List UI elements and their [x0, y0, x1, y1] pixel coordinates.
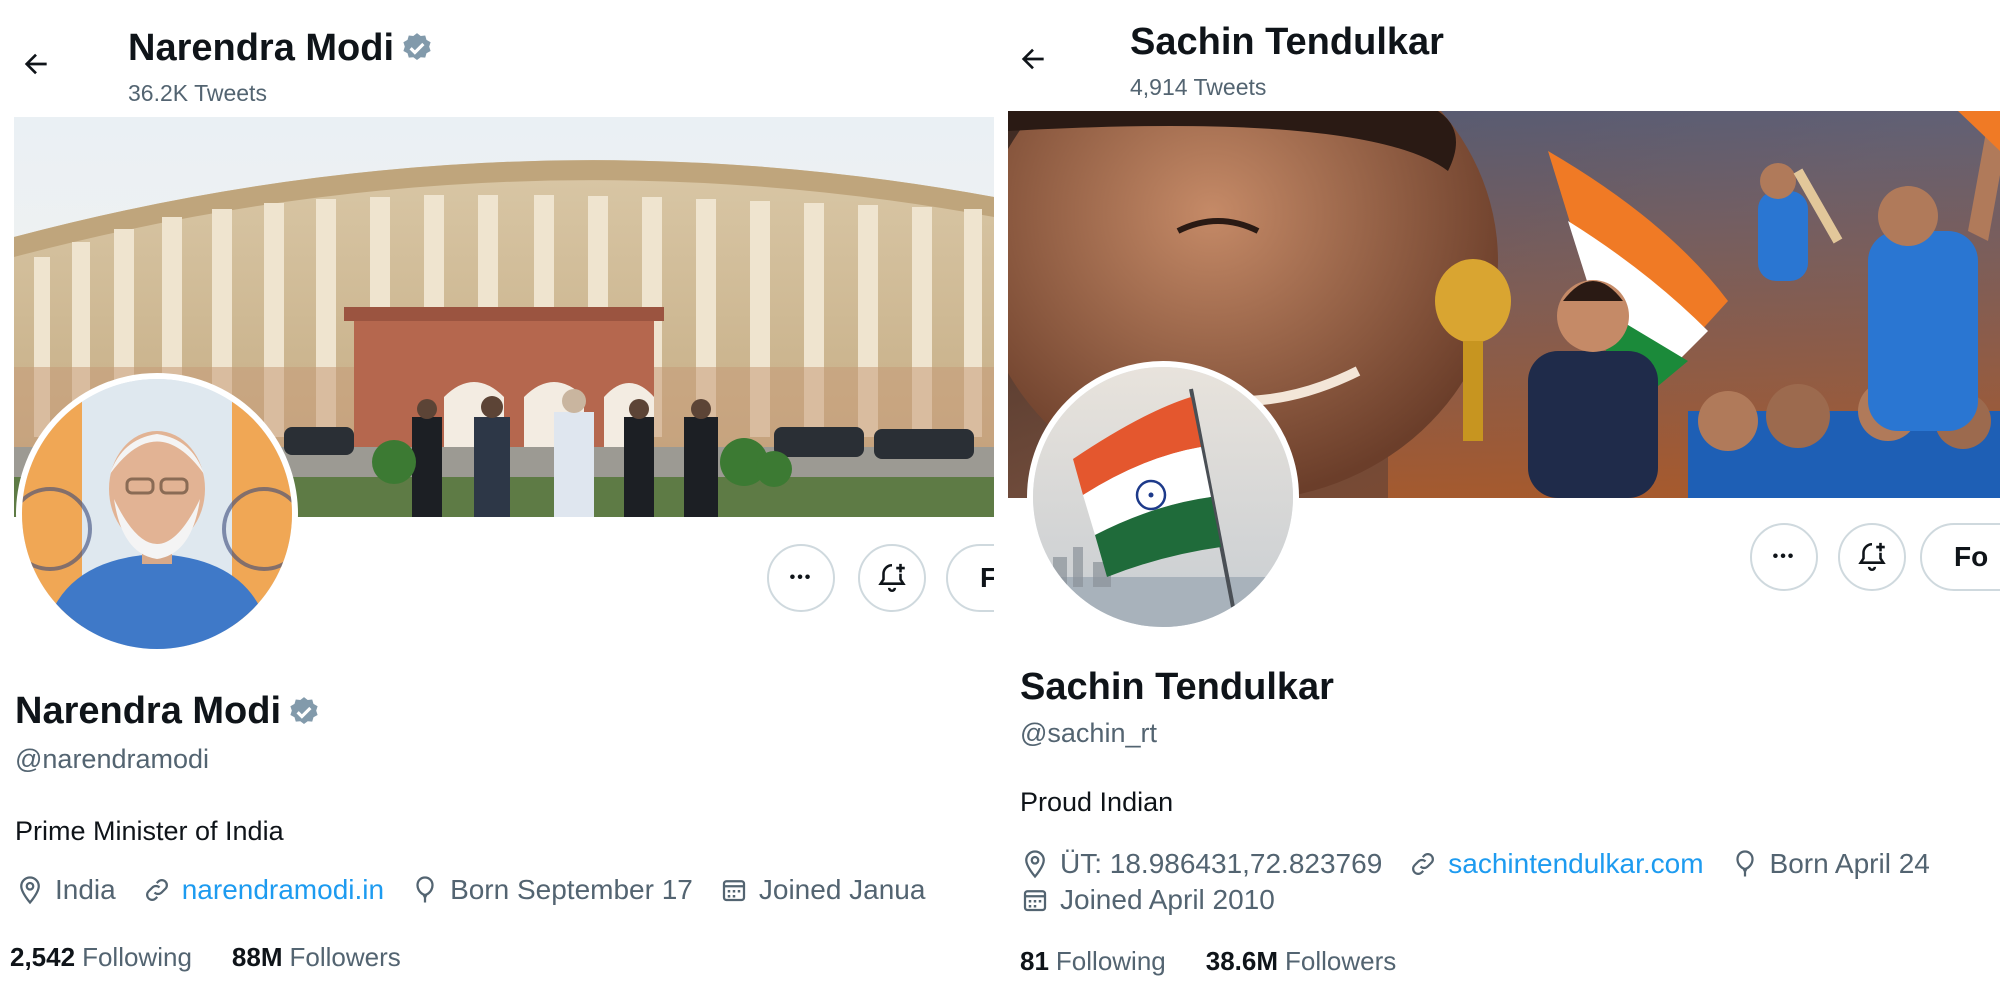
birthday-balloon-icon — [1735, 850, 1754, 877]
follow-label: F — [980, 562, 994, 593]
header-name: Sachin Tendulkar — [1130, 21, 1444, 63]
birthday-text: Born September 17 — [450, 874, 693, 905]
profile-name: Narendra Modi — [15, 690, 321, 733]
link-icon — [145, 879, 168, 901]
joined-item: Joined Janua — [719, 874, 926, 906]
followers-count: 38.6M — [1205, 946, 1279, 976]
verified-badge-icon — [403, 33, 431, 61]
follow-button[interactable]: Fo — [1920, 523, 2000, 591]
back-arrow-icon — [1021, 48, 1044, 70]
followers-count: 88M — [231, 942, 283, 972]
birthday-text: Born April 24 — [1769, 848, 1930, 879]
location-text: India — [55, 874, 116, 905]
follow-label: Fo — [1954, 541, 1989, 572]
profile-bio: Proud Indian — [1020, 787, 1174, 817]
profile-meta: ÜT: 18.986431,72.823769 sachintendulkar.… — [1020, 848, 1956, 880]
avatar-image — [1033, 367, 1293, 627]
birthday-item: Born April 24 — [1730, 848, 1930, 880]
calendar-icon — [1023, 890, 1047, 912]
followers-label: Followers — [289, 942, 401, 972]
more-button[interactable]: ••• — [1750, 523, 1818, 591]
location-text: ÜT: 18.986431,72.823769 — [1060, 848, 1383, 879]
location-item: ÜT: 18.986431,72.823769 — [1020, 848, 1382, 880]
profile-avatar[interactable] — [1027, 361, 1299, 633]
header-title: Narendra Modi — [128, 26, 434, 70]
back-button[interactable] — [14, 42, 58, 86]
location-item: India — [15, 874, 116, 906]
link-icon — [1412, 853, 1435, 875]
profile-panel-narendra-modi: Narendra Modi 36.2K Tweets ••• F Narendr… — [0, 0, 994, 1000]
verified-badge-icon — [290, 696, 318, 724]
back-button[interactable] — [1011, 37, 1055, 81]
notification-bell-plus-icon — [1858, 542, 1886, 571]
website-link[interactable]: sachintendulkar.com — [1448, 848, 1703, 880]
header-name: Narendra Modi — [128, 27, 395, 69]
profile-meta: India narendramodi.in Born September 17 … — [15, 874, 951, 906]
following-label: Following — [82, 942, 192, 972]
notifications-button[interactable] — [858, 544, 926, 612]
website-link[interactable]: narendramodi.in — [182, 874, 384, 906]
display-name: Narendra Modi — [15, 690, 282, 732]
location-pin-icon — [20, 876, 40, 905]
back-arrow-icon — [24, 53, 47, 75]
header-title: Sachin Tendulkar — [1130, 20, 1444, 64]
followers-label: Followers — [1285, 946, 1397, 976]
calendar-icon — [722, 880, 745, 902]
following-stat[interactable]: 2,542 Following — [10, 942, 192, 973]
profile-panel-sachin-tendulkar: Sachin Tendulkar 4,914 Tweets ••• Fo Sac… — [1005, 0, 2000, 1000]
notification-bell-plus-icon — [878, 563, 906, 592]
profile-handle: @sachin_rt — [1020, 718, 1157, 748]
joined-text: Joined April 2010 — [1060, 884, 1275, 915]
more-icon: ••• — [1772, 548, 1796, 565]
profile-name: Sachin Tendulkar — [1020, 666, 1334, 709]
profile-stats: 81 Following 38.6M Followers — [1020, 946, 1436, 977]
profile-stats: 2,542 Following 88M Followers — [10, 942, 441, 973]
header-tweet-count: 4,914 Tweets — [1130, 74, 1267, 100]
header-tweet-count: 36.2K Tweets — [128, 80, 267, 106]
notifications-button[interactable] — [1838, 523, 1906, 591]
following-stat[interactable]: 81 Following — [1020, 946, 1166, 977]
joined-text: Joined Janua — [758, 874, 926, 905]
avatar-image — [22, 379, 292, 649]
followers-stat[interactable]: 38.6M Followers — [1206, 946, 1397, 977]
birthday-item: Born September 17 — [410, 874, 693, 906]
more-button[interactable]: ••• — [767, 544, 835, 612]
website-item[interactable]: narendramodi.in — [142, 874, 384, 906]
following-count: 81 — [1020, 946, 1049, 976]
profile-avatar[interactable] — [16, 373, 298, 655]
follow-button[interactable]: F — [946, 544, 994, 612]
profile-meta-joined: Joined April 2010 — [1020, 884, 1301, 916]
website-item[interactable]: sachintendulkar.com — [1408, 848, 1704, 880]
profile-handle: @narendramodi — [15, 744, 210, 774]
following-label: Following — [1055, 946, 1166, 976]
profile-bio: Prime Minister of India — [15, 816, 284, 846]
following-count: 2,542 — [10, 942, 76, 972]
display-name: Sachin Tendulkar — [1020, 666, 1334, 708]
followers-stat[interactable]: 88M Followers — [232, 942, 401, 973]
more-icon: ••• — [789, 569, 813, 586]
birthday-balloon-icon — [416, 876, 434, 903]
joined-item: Joined April 2010 — [1020, 884, 1275, 916]
location-pin-icon — [1025, 850, 1045, 879]
